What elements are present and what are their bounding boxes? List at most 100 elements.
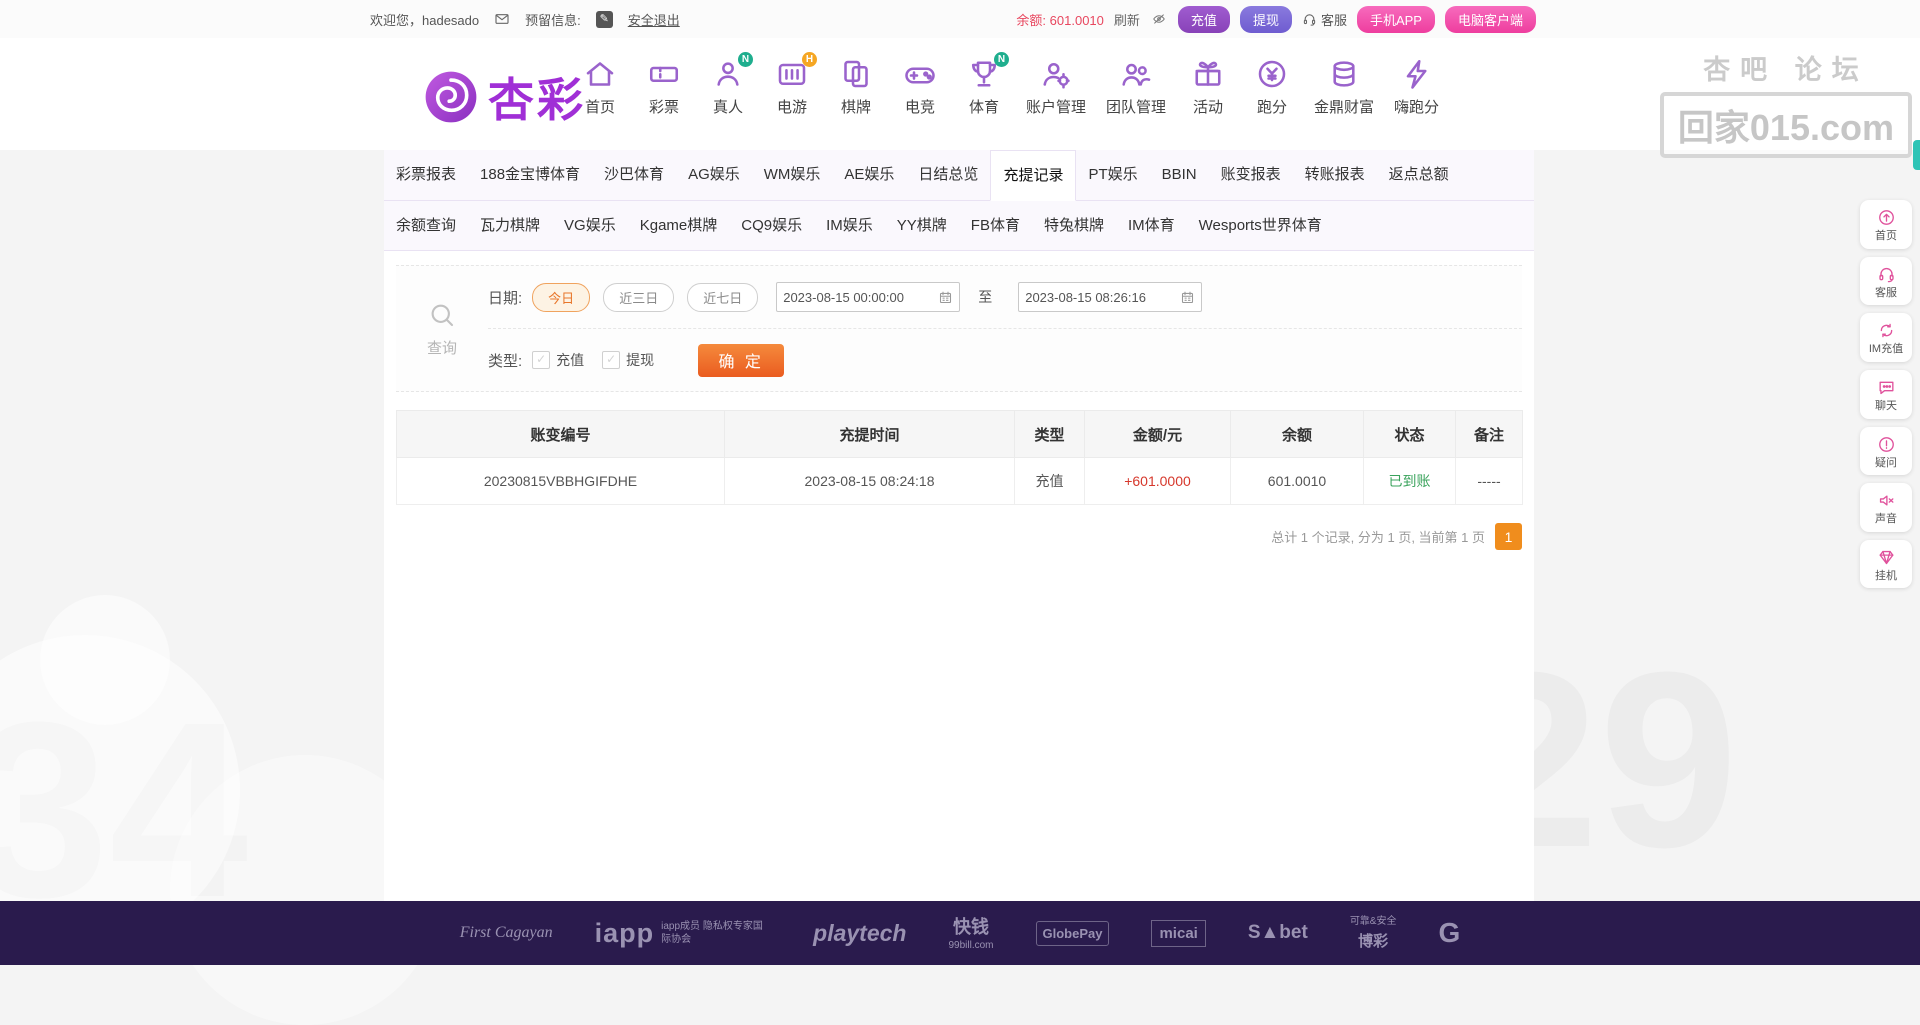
edit-icon[interactable]: ✎ [595,10,613,28]
toolbar-item[interactable]: IM充值 [1860,313,1912,362]
cell-status: 已到账 [1363,457,1456,505]
records-table: 账变编号 充提时间 类型 金额/元 余额 状态 备注 20230815VBBHGIFDHE 2… [396,410,1523,505]
nav-item[interactable]: 首页 [578,56,622,117]
brand[interactable]: 杏彩 [422,64,586,130]
quick-date-pill[interactable]: 今日 [532,282,591,312]
tab[interactable]: CQ9娱乐 [729,201,814,250]
nav-icon [1326,56,1362,92]
toolbar-item[interactable]: 聊天 [1860,369,1912,419]
toolbar-item[interactable]: 疑问 [1860,426,1912,476]
headset-icon [1302,12,1317,27]
nav-icon [582,56,618,92]
nav-badge: H [802,52,817,67]
checkbox-box[interactable]: ✓ [532,351,551,369]
floating-toolbar: 首页 客服 IM充值 聊天 疑问 声音 挂机 [1860,200,1912,589]
tab[interactable]: AE娱乐 [832,150,906,199]
to-label: 至 [978,289,993,305]
calendar-icon[interactable] [1180,290,1195,305]
tab[interactable]: 日结总览 [906,150,990,199]
query-label: 查询 [426,339,457,357]
tab[interactable]: FB体育 [959,201,1032,250]
tab[interactable]: 瓦力棋牌 [468,201,552,250]
toolbar-item[interactable]: 挂机 [1860,539,1912,589]
nav-label: 金鼎财富 [1314,99,1375,116]
customer-service-link[interactable]: 客服 [1302,10,1347,29]
tab[interactable]: 转账报表 [1293,150,1377,199]
toolbar-icon [1877,435,1896,454]
deposit-button[interactable]: 充值 [1177,5,1230,33]
tab[interactable]: VG娱乐 [552,201,628,250]
tab[interactable]: 特兔棋牌 [1032,201,1116,250]
tab[interactable]: 彩票报表 [384,150,468,199]
type-label: 类型: [488,352,523,370]
date-from-value: 2023-08-15 00:00:00 [783,289,904,305]
tab[interactable]: 账变报表 [1209,150,1293,199]
message-icon[interactable] [494,11,510,27]
type-checkbox[interactable]: ✓ 充值 [532,350,584,370]
nav-item[interactable]: 跑分 [1250,56,1294,117]
toolbar-item[interactable]: 声音 [1860,483,1912,532]
tab[interactable]: 返点总额 [1377,150,1461,199]
nav-item[interactable]: 彩票 [642,56,686,117]
tab[interactable]: Kgame棋牌 [628,201,730,250]
partner-logo: First Cagayan [460,924,553,942]
refresh-link[interactable]: 刷新 [1114,10,1140,29]
nav-item[interactable]: 嗨跑分 [1394,56,1439,117]
type-checkbox[interactable]: ✓ 提现 [602,350,654,370]
eye-off-icon[interactable] [1150,12,1168,26]
date-from-input[interactable]: 2023-08-15 00:00:00 [776,282,961,312]
nav-item[interactable]: N 体育 [962,52,1009,117]
nav-item[interactable]: 棋牌 [834,56,878,117]
topbar: 欢迎您，hadesado 预留信息: ✎ 安全退出 余额: 601.0010 刷… [0,0,1920,38]
side-peek-handle[interactable] [1913,140,1920,170]
nav-badge: N [738,52,753,67]
tab[interactable]: PT娱乐 [1076,150,1149,199]
tab[interactable]: 充提记录 [990,150,1077,201]
toolbar-label: 聊天 [1875,399,1897,412]
nav-item[interactable]: 活动 [1186,56,1230,117]
nav-label: 活动 [1193,99,1224,116]
tab[interactable]: 余额查询 [384,201,468,250]
pc-client-button[interactable]: 电脑客户端 [1444,5,1536,33]
withdraw-button[interactable]: 提现 [1239,5,1292,33]
cell-balance: 601.0010 [1230,457,1364,505]
nav-item[interactable]: 账户管理 [1026,56,1086,117]
nav-label: 首页 [584,99,615,116]
toolbar-item[interactable]: 首页 [1860,200,1912,249]
tab[interactable]: BBIN [1150,150,1209,199]
tab[interactable]: IM娱乐 [814,201,885,250]
partner-logo: GlobePay [1035,920,1110,946]
reserved-info-label: 预留信息: [525,12,581,28]
nav-icon [1254,56,1290,92]
date-to-input[interactable]: 2023-08-15 08:26:16 [1018,282,1203,312]
nav-item[interactable]: 电竞 [898,56,942,117]
tab[interactable]: 188金宝博体育 [468,150,592,199]
tab[interactable]: IM体育 [1116,201,1187,250]
nav-icon [838,56,874,92]
quick-date-pill[interactable]: 近三日 [603,282,675,312]
nav-item[interactable]: 团队管理 [1106,56,1166,117]
page-button[interactable]: 1 [1495,523,1522,550]
logout-link[interactable]: 安全退出 [628,10,680,29]
toolbar-icon [1877,491,1896,510]
checkbox-box[interactable]: ✓ [602,351,621,369]
toolbar-icon [1877,378,1896,397]
tab[interactable]: 沙巴体育 [592,150,676,199]
toolbar-item[interactable]: 客服 [1860,256,1912,306]
nav-item[interactable]: 金鼎财富 [1314,56,1374,117]
tab[interactable]: WM娱乐 [752,150,833,199]
calendar-icon[interactable] [938,290,953,305]
tab[interactable]: YY棋牌 [885,201,959,250]
tab[interactable]: AG娱乐 [676,150,752,199]
brand-flower-logo-icon [422,68,480,126]
customer-service-label: 客服 [1320,12,1347,28]
toolbar-label: 客服 [1875,286,1897,299]
nav-item[interactable]: H 电游 [770,52,817,117]
tabs-row-2: 余额查询 瓦力棋牌 VG娱乐 Kgame棋牌 CQ9娱乐 IM娱乐 YY棋牌 FB体育 特兔棋牌… [384,201,1534,251]
nav-item[interactable]: N 真人 [706,52,753,117]
confirm-button[interactable]: 确 定 [698,343,785,377]
tab[interactable]: Wesports世界体育 [1187,201,1334,250]
partner-logo-subtext: 99bill.com [948,940,994,952]
mobile-app-button[interactable]: 手机APP [1356,5,1435,33]
quick-date-pill[interactable]: 近七日 [687,282,759,312]
